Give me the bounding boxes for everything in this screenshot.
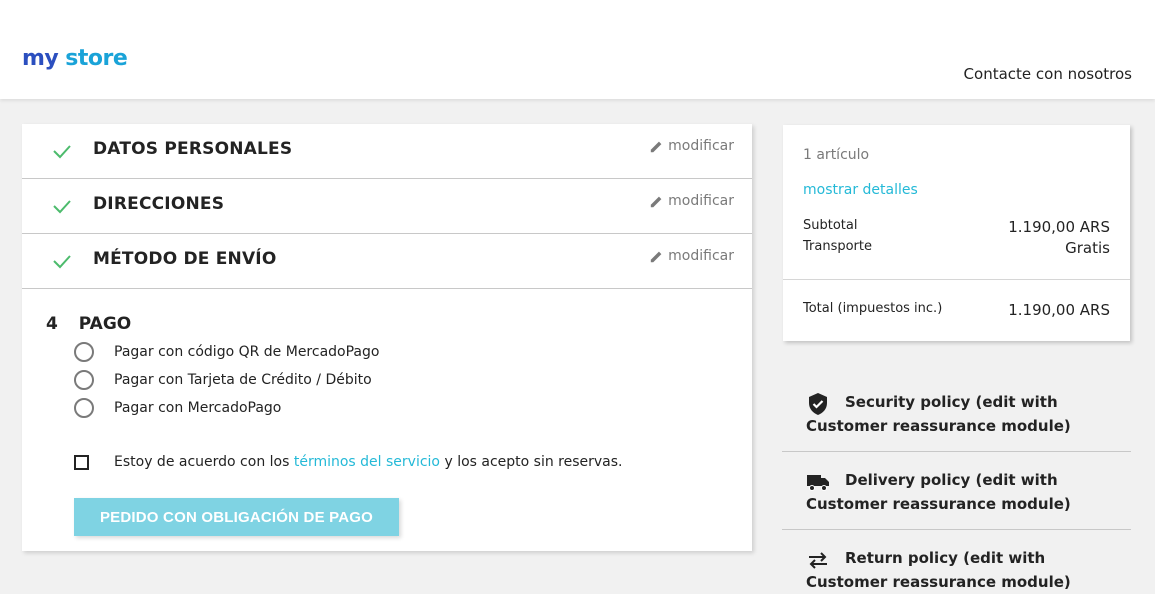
edit-personal-info-link[interactable]: modificar <box>650 138 734 154</box>
store-logo[interactable]: my store <box>22 46 128 78</box>
cart-summary: 1 artículo mostrar detalles Subtotal 1.1… <box>783 125 1130 341</box>
edit-addresses-link[interactable]: modificar <box>650 193 734 209</box>
edit-label: modificar <box>668 248 734 264</box>
security-policy-block: Security policy (edit with Customer reas… <box>782 390 1131 452</box>
payment-option-label: Pagar con código QR de MercadoPago <box>114 344 380 360</box>
place-order-button[interactable]: PEDIDO CON OBLIGACIÓN DE PAGO <box>74 498 399 536</box>
check-icon <box>53 145 71 159</box>
terms-checkbox[interactable] <box>74 454 89 470</box>
payment-option-label: Pagar con Tarjeta de Crédito / Débito <box>114 372 372 388</box>
payment-option-mercadopago[interactable]: Pagar con MercadoPago <box>74 398 281 418</box>
pencil-icon <box>650 251 662 262</box>
subtotal-row: Subtotal 1.190,00 ARS <box>803 218 1110 236</box>
show-details-link[interactable]: mostrar detalles <box>803 182 918 198</box>
step-number: 4 <box>46 314 58 334</box>
step-addresses[interactable]: DIRECCIONES modificar <box>22 179 752 234</box>
payment-option-qr[interactable]: Pagar con código QR de MercadoPago <box>74 342 379 362</box>
step-title: DIRECCIONES <box>93 194 225 214</box>
contact-link[interactable]: Contacte con nosotros <box>964 65 1132 83</box>
site-header: my store Contacte con nosotros <box>0 0 1155 99</box>
logo-text-store: store <box>65 46 128 71</box>
shipping-label: Transporte <box>803 239 872 254</box>
terms-agreement: Estoy de acuerdo con los términos del se… <box>74 454 623 470</box>
return-policy-block: Return policy (edit with Customer reassu… <box>782 546 1131 594</box>
edit-label: modificar <box>668 138 734 154</box>
radio-button[interactable] <box>74 398 94 418</box>
step-personal-info[interactable]: DATOS PERSONALES modificar <box>22 124 752 179</box>
check-icon <box>53 200 71 214</box>
shield-check-icon <box>809 393 827 415</box>
pencil-icon <box>650 196 662 207</box>
checkout-steps: DATOS PERSONALES modificar DIRECCIONES m… <box>22 124 752 551</box>
subtotal-value: 1.190,00 ARS <box>1008 218 1110 236</box>
radio-button[interactable] <box>74 370 94 390</box>
divider <box>783 279 1130 280</box>
return-policy-text: Return policy (edit with Customer reassu… <box>806 549 1071 591</box>
radio-button[interactable] <box>74 342 94 362</box>
payment-step-title: 4 PAGO <box>46 314 131 334</box>
terms-of-service-link[interactable]: términos del servicio <box>294 454 440 470</box>
swap-arrows-icon <box>809 552 827 569</box>
shipping-value: Gratis <box>1065 239 1110 257</box>
payment-option-card[interactable]: Pagar con Tarjeta de Crédito / Débito <box>74 370 372 390</box>
logo-text-my: my <box>22 46 59 71</box>
step-shipping-method[interactable]: MÉTODO DE ENVÍO modificar <box>22 234 752 289</box>
total-row: Total (impuestos inc.) 1.190,00 ARS <box>803 301 1110 319</box>
truck-icon <box>807 475 829 491</box>
pencil-icon <box>650 141 662 152</box>
total-value: 1.190,00 ARS <box>1008 301 1110 319</box>
edit-label: modificar <box>668 193 734 209</box>
step-title: PAGO <box>78 314 132 334</box>
items-count: 1 artículo <box>803 147 870 163</box>
subtotal-label: Subtotal <box>803 218 858 233</box>
security-policy-text: Security policy (edit with Customer reas… <box>806 393 1071 435</box>
total-label: Total (impuestos inc.) <box>803 301 943 316</box>
delivery-policy-block: Delivery policy (edit with Customer reas… <box>782 468 1131 530</box>
shipping-row: Transporte Gratis <box>803 239 1110 257</box>
terms-text-before: Estoy de acuerdo con los <box>114 454 290 470</box>
edit-shipping-link[interactable]: modificar <box>650 248 734 264</box>
check-icon <box>53 255 71 269</box>
payment-option-label: Pagar con MercadoPago <box>114 400 282 416</box>
step-title: DATOS PERSONALES <box>93 139 293 159</box>
step-title: MÉTODO DE ENVÍO <box>93 249 277 269</box>
terms-text-after: y los acepto sin reservas. <box>444 454 623 470</box>
delivery-policy-text: Delivery policy (edit with Customer reas… <box>806 471 1071 513</box>
